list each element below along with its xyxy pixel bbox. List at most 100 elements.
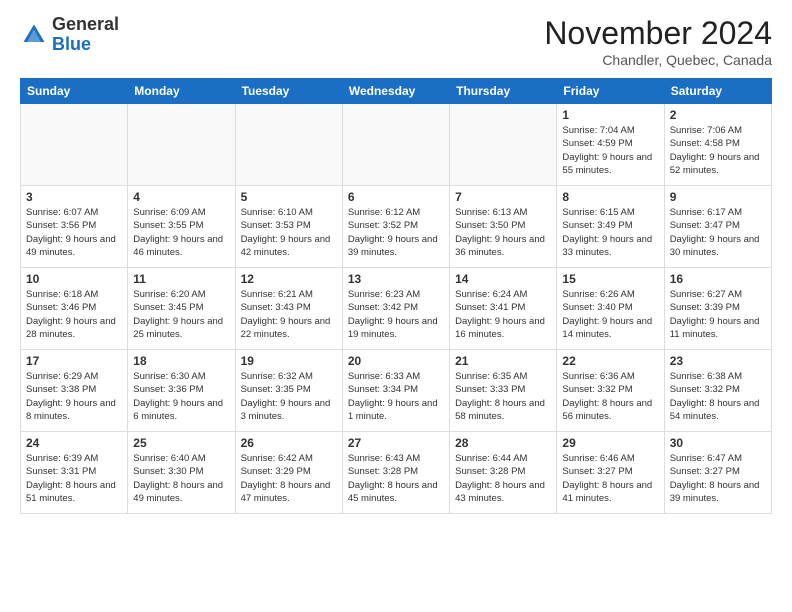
day-of-week-thursday: Thursday [450,79,557,104]
day-info: Sunrise: 6:10 AMSunset: 3:53 PMDaylight:… [241,206,337,259]
day-number: 5 [241,190,337,204]
week-row-2: 3Sunrise: 6:07 AMSunset: 3:56 PMDaylight… [21,186,772,268]
day-number: 30 [670,436,766,450]
day-info: Sunrise: 6:15 AMSunset: 3:49 PMDaylight:… [562,206,658,259]
day-info: Sunrise: 6:47 AMSunset: 3:27 PMDaylight:… [670,452,766,505]
day-info: Sunrise: 6:29 AMSunset: 3:38 PMDaylight:… [26,370,122,423]
day-number: 20 [348,354,444,368]
day-info: Sunrise: 6:46 AMSunset: 3:27 PMDaylight:… [562,452,658,505]
calendar-cell: 18 Sunrise: 6:30 AMSunset: 3:36 PMDayligh… [128,350,235,432]
calendar-cell [21,104,128,186]
calendar-cell: 15 Sunrise: 6:26 AMSunset: 3:40 PMDayligh… [557,268,664,350]
logo-general: General [52,15,119,35]
calendar-cell: 30 Sunrise: 6:47 AMSunset: 3:27 PMDayligh… [664,432,771,514]
day-info: Sunrise: 6:36 AMSunset: 3:32 PMDaylight:… [562,370,658,423]
week-row-3: 10 Sunrise: 6:18 AMSunset: 3:46 PMDayligh… [21,268,772,350]
day-number: 9 [670,190,766,204]
day-number: 26 [241,436,337,450]
calendar-cell: 12 Sunrise: 6:21 AMSunset: 3:43 PMDayligh… [235,268,342,350]
day-info: Sunrise: 6:13 AMSunset: 3:50 PMDaylight:… [455,206,551,259]
day-info: Sunrise: 6:30 AMSunset: 3:36 PMDaylight:… [133,370,229,423]
week-row-1: 1 Sunrise: 7:04 AMSunset: 4:59 PMDaylight… [21,104,772,186]
day-number: 28 [455,436,551,450]
day-number: 4 [133,190,229,204]
day-number: 27 [348,436,444,450]
location: Chandler, Quebec, Canada [544,52,772,68]
day-number: 24 [26,436,122,450]
day-info: Sunrise: 6:27 AMSunset: 3:39 PMDaylight:… [670,288,766,341]
day-number: 6 [348,190,444,204]
day-info: Sunrise: 6:07 AMSunset: 3:56 PMDaylight:… [26,206,122,259]
day-info: Sunrise: 6:21 AMSunset: 3:43 PMDaylight:… [241,288,337,341]
day-info: Sunrise: 6:26 AMSunset: 3:40 PMDaylight:… [562,288,658,341]
day-number: 25 [133,436,229,450]
calendar-cell [450,104,557,186]
calendar-cell: 27Sunrise: 6:43 AMSunset: 3:28 PMDayligh… [342,432,449,514]
calendar-cell: 7 Sunrise: 6:13 AMSunset: 3:50 PMDaylight… [450,186,557,268]
day-number: 18 [133,354,229,368]
day-of-week-friday: Friday [557,79,664,104]
day-number: 19 [241,354,337,368]
day-number: 16 [670,272,766,286]
day-number: 13 [348,272,444,286]
calendar-cell: 17 Sunrise: 6:29 AMSunset: 3:38 PMDayligh… [21,350,128,432]
day-info: Sunrise: 6:09 AMSunset: 3:55 PMDaylight:… [133,206,229,259]
calendar-cell: 22 Sunrise: 6:36 AMSunset: 3:32 PMDayligh… [557,350,664,432]
calendar-cell: 26Sunrise: 6:42 AMSunset: 3:29 PMDayligh… [235,432,342,514]
day-info: Sunrise: 7:04 AMSunset: 4:59 PMDaylight:… [562,124,658,177]
day-number: 8 [562,190,658,204]
day-number: 12 [241,272,337,286]
day-of-week-saturday: Saturday [664,79,771,104]
day-info: Sunrise: 6:17 AMSunset: 3:47 PMDaylight:… [670,206,766,259]
calendar-cell: 6 Sunrise: 6:12 AMSunset: 3:52 PMDaylight… [342,186,449,268]
logo-blue: Blue [52,35,119,55]
logo-icon [20,21,48,49]
day-of-week-sunday: Sunday [21,79,128,104]
day-info: Sunrise: 6:40 AMSunset: 3:30 PMDaylight:… [133,452,229,505]
day-number: 21 [455,354,551,368]
day-info: Sunrise: 7:06 AMSunset: 4:58 PMDaylight:… [670,124,766,177]
week-row-4: 17 Sunrise: 6:29 AMSunset: 3:38 PMDayligh… [21,350,772,432]
day-info: Sunrise: 6:23 AMSunset: 3:42 PMDaylight:… [348,288,444,341]
day-of-week-wednesday: Wednesday [342,79,449,104]
calendar-cell: 11 Sunrise: 6:20 AMSunset: 3:45 PMDayligh… [128,268,235,350]
calendar-cell: 29Sunrise: 6:46 AMSunset: 3:27 PMDayligh… [557,432,664,514]
calendar-cell: 9 Sunrise: 6:17 AMSunset: 3:47 PMDaylight… [664,186,771,268]
day-number: 14 [455,272,551,286]
week-row-5: 24 Sunrise: 6:39 AMSunset: 3:31 PMDayligh… [21,432,772,514]
day-number: 7 [455,190,551,204]
day-number: 15 [562,272,658,286]
calendar-cell: 23Sunrise: 6:38 AMSunset: 3:32 PMDayligh… [664,350,771,432]
day-of-week-tuesday: Tuesday [235,79,342,104]
calendar: SundayMondayTuesdayWednesdayThursdayFrid… [20,78,772,514]
day-number: 17 [26,354,122,368]
calendar-cell: 24 Sunrise: 6:39 AMSunset: 3:31 PMDayligh… [21,432,128,514]
day-info: Sunrise: 6:32 AMSunset: 3:35 PMDaylight:… [241,370,337,423]
day-info: Sunrise: 6:12 AMSunset: 3:52 PMDaylight:… [348,206,444,259]
calendar-cell: 10 Sunrise: 6:18 AMSunset: 3:46 PMDayligh… [21,268,128,350]
day-info: Sunrise: 6:38 AMSunset: 3:32 PMDaylight:… [670,370,766,423]
month-title: November 2024 [544,15,772,52]
day-number: 11 [133,272,229,286]
calendar-cell: 4 Sunrise: 6:09 AMSunset: 3:55 PMDaylight… [128,186,235,268]
calendar-cell: 1 Sunrise: 7:04 AMSunset: 4:59 PMDaylight… [557,104,664,186]
calendar-cell: 2 Sunrise: 7:06 AMSunset: 4:58 PMDaylight… [664,104,771,186]
calendar-cell: 28 Sunrise: 6:44 AMSunset: 3:28 PMDayligh… [450,432,557,514]
day-info: Sunrise: 6:39 AMSunset: 3:31 PMDaylight:… [26,452,122,505]
day-info: Sunrise: 6:44 AMSunset: 3:28 PMDaylight:… [455,452,551,505]
calendar-cell: 19 Sunrise: 6:32 AMSunset: 3:35 PMDayligh… [235,350,342,432]
header: General Blue November 2024 Chandler, Que… [20,15,772,68]
day-number: 22 [562,354,658,368]
title-section: November 2024 Chandler, Quebec, Canada [544,15,772,68]
day-info: Sunrise: 6:20 AMSunset: 3:45 PMDaylight:… [133,288,229,341]
day-number: 2 [670,108,766,122]
logo-text: General Blue [52,15,119,55]
day-info: Sunrise: 6:18 AMSunset: 3:46 PMDaylight:… [26,288,122,341]
day-number: 1 [562,108,658,122]
page: General Blue November 2024 Chandler, Que… [0,0,792,524]
day-info: Sunrise: 6:33 AMSunset: 3:34 PMDaylight:… [348,370,444,423]
calendar-cell: 14Sunrise: 6:24 AMSunset: 3:41 PMDayligh… [450,268,557,350]
calendar-header-row: SundayMondayTuesdayWednesdayThursdayFrid… [21,79,772,104]
day-number: 10 [26,272,122,286]
calendar-cell: 3Sunrise: 6:07 AMSunset: 3:56 PMDaylight… [21,186,128,268]
